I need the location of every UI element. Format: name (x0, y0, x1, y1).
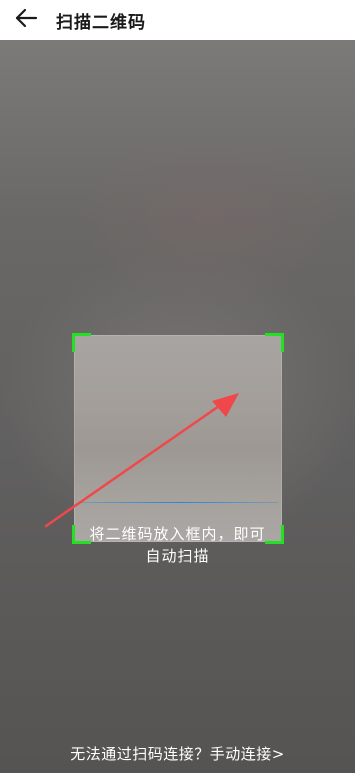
back-button[interactable] (0, 0, 52, 40)
manual-connect-link[interactable]: 无法通过扫码连接？手动连接> (0, 743, 355, 764)
scan-hint-line-2: 自动扫描 (145, 547, 210, 565)
scan-hint: 将二维码放入框内，即可 自动扫描 (0, 523, 355, 567)
arrow-left-icon (14, 8, 38, 32)
page-title: 扫描二维码 (56, 12, 146, 33)
top-bar: 扫描二维码 (0, 0, 355, 40)
camera-preview (0, 40, 355, 773)
scan-corner-top-right (265, 333, 284, 352)
scan-corner-top-left (72, 333, 91, 352)
scan-frame (72, 333, 284, 544)
scan-hint-line-1: 将二维码放入框内，即可 (89, 525, 266, 543)
scan-line (78, 502, 278, 503)
